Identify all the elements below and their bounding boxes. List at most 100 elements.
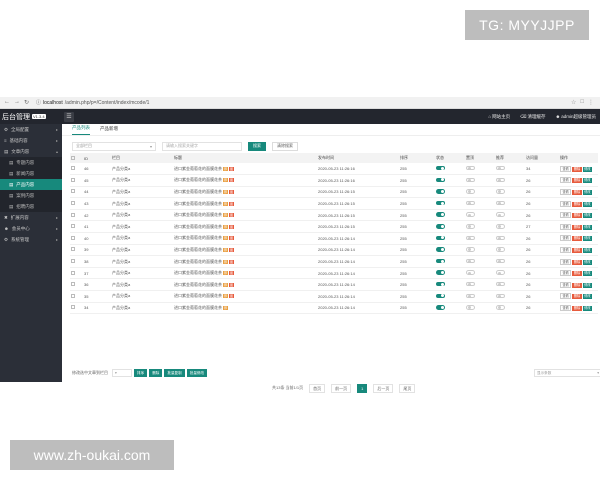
row-title[interactable]: 进口紫金葡萄花的面膜花茶	[174, 235, 222, 240]
batch-edit-button[interactable]: 批量修改	[186, 369, 208, 377]
first-page-button[interactable]: 首页	[309, 383, 326, 393]
row-title[interactable]: 进口紫金葡萄花的面膜花茶	[174, 293, 222, 298]
recommend-toggle[interactable]	[496, 224, 505, 229]
row-title[interactable]: 进口紫金葡萄花的面膜花茶	[174, 282, 222, 287]
status-toggle[interactable]	[436, 189, 445, 194]
status-toggle[interactable]	[436, 224, 445, 229]
status-toggle[interactable]	[436, 212, 445, 217]
batch-copy-button[interactable]: 批量复制	[164, 369, 185, 377]
top-toggle[interactable]	[466, 247, 475, 252]
view-button[interactable]: 查看	[560, 188, 572, 195]
delete-button[interactable]: 删除	[572, 178, 582, 184]
reload-icon[interactable]: ↻	[24, 99, 29, 106]
recommend-toggle[interactable]	[496, 270, 505, 275]
status-toggle[interactable]	[436, 235, 445, 241]
view-button[interactable]: 查看	[560, 223, 572, 230]
row-title[interactable]: 进口紫金葡萄花的面膜花茶	[174, 224, 222, 229]
forward-icon[interactable]: →	[14, 99, 20, 106]
row-title[interactable]: 进口紫金葡萄花的面膜花茶	[174, 177, 222, 182]
top-toggle[interactable]	[466, 281, 475, 287]
edit-button[interactable]: 修改	[582, 247, 593, 253]
top-toggle[interactable]	[466, 189, 475, 194]
top-toggle[interactable]	[466, 212, 475, 217]
row-checkbox[interactable]	[70, 197, 84, 210]
status-toggle[interactable]	[436, 247, 445, 252]
row-checkbox[interactable]	[70, 209, 84, 222]
top-toggle[interactable]	[466, 258, 475, 264]
status-toggle[interactable]	[436, 200, 445, 206]
recommend-toggle[interactable]	[496, 200, 505, 206]
delete-button[interactable]: 删除	[572, 247, 582, 253]
view-button[interactable]: 查看	[560, 258, 572, 265]
sidebar-item-system[interactable]: ⚙ 系统管理 ▸	[0, 234, 62, 245]
address-bar[interactable]: ⓘ localhost /admin.php/p=/Content/index/…	[36, 99, 571, 107]
row-title[interactable]: 进口紫金葡萄花的面膜花茶	[174, 212, 222, 217]
edit-button[interactable]: 修改	[582, 213, 593, 219]
view-button[interactable]: 查看	[560, 165, 572, 172]
row-checkbox[interactable]	[70, 267, 84, 280]
edit-button[interactable]: 修改	[582, 189, 593, 195]
view-button[interactable]: 查看	[560, 293, 572, 300]
row-title[interactable]: 进口紫金葡萄花的面膜花茶	[174, 305, 222, 310]
view-button[interactable]: 查看	[560, 177, 572, 184]
next-page-button[interactable]: 后一页	[373, 383, 394, 393]
top-toggle[interactable]	[466, 200, 475, 206]
top-toggle[interactable]	[466, 224, 475, 229]
row-title[interactable]: 进口紫金葡萄花的面膜花茶	[174, 247, 222, 252]
clear-search-button[interactable]: 清除搜索	[272, 141, 298, 151]
prev-page-button[interactable]: 前一页	[331, 383, 352, 393]
recommend-toggle[interactable]	[496, 212, 505, 217]
delete-button[interactable]: 删除	[572, 271, 582, 277]
recommend-toggle[interactable]	[496, 165, 505, 171]
sidebar-item-global[interactable]: ⚙ 全局配置 ▸	[0, 124, 62, 135]
batch-delete-button[interactable]: 删除	[149, 369, 163, 377]
sidebar-sub-case[interactable]: ▤ 案例内容	[0, 190, 62, 201]
target-category-select[interactable]: ▾	[112, 369, 132, 377]
recommend-toggle[interactable]	[496, 247, 505, 252]
row-checkbox[interactable]	[70, 220, 84, 234]
status-toggle[interactable]	[436, 281, 445, 287]
edit-button[interactable]: 修改	[582, 271, 593, 277]
batch-sort-button[interactable]: 排序	[134, 369, 148, 377]
clear-cache-link[interactable]: ⌫ 清理缓存	[520, 114, 545, 120]
delete-button[interactable]: 删除	[572, 213, 582, 219]
delete-button[interactable]: 删除	[572, 166, 582, 172]
delete-button[interactable]: 删除	[572, 305, 582, 311]
search-button[interactable]: 搜索	[248, 141, 266, 151]
row-title[interactable]: 进口紫金葡萄花的面膜花茶	[174, 189, 222, 194]
last-page-button[interactable]: 尾页	[399, 383, 416, 393]
category-select[interactable]: 全部栏目 ▾	[72, 141, 156, 151]
menu-toggle-icon[interactable]: ☰	[64, 111, 74, 122]
status-toggle[interactable]	[436, 270, 445, 275]
delete-button[interactable]: 删除	[572, 282, 582, 288]
row-title[interactable]: 进口紫金葡萄花的面膜花茶	[174, 166, 222, 171]
row-title[interactable]: 进口紫金葡萄花的面膜花茶	[174, 270, 222, 275]
view-button[interactable]: 查看	[560, 304, 572, 311]
edit-button[interactable]: 修改	[582, 236, 593, 242]
sidebar-sub-news[interactable]: ▤ 新闻内容	[0, 168, 62, 179]
keyword-input[interactable]: 请输入搜索关键字	[162, 141, 242, 151]
edit-button[interactable]: 修改	[582, 294, 593, 300]
top-toggle[interactable]	[466, 270, 475, 275]
view-button[interactable]: 查看	[560, 246, 572, 253]
delete-button[interactable]: 删除	[572, 294, 582, 300]
view-button[interactable]: 查看	[560, 281, 572, 288]
view-button[interactable]: 查看	[560, 200, 572, 207]
sidebar-sub-topic[interactable]: ▤ 专题内容	[0, 157, 62, 168]
top-toggle[interactable]	[466, 177, 475, 183]
delete-button[interactable]: 删除	[572, 224, 582, 230]
top-toggle[interactable]	[466, 165, 475, 171]
status-toggle[interactable]	[436, 293, 445, 299]
edit-button[interactable]: 修改	[582, 259, 593, 265]
top-toggle[interactable]	[466, 305, 475, 310]
delete-button[interactable]: 删除	[572, 201, 582, 207]
user-menu[interactable]: ☻ admin超级管理员	[555, 114, 596, 120]
top-toggle[interactable]	[466, 235, 475, 241]
row-checkbox[interactable]	[70, 302, 84, 315]
select-all-checkbox[interactable]	[70, 153, 84, 163]
edit-button[interactable]: 修改	[582, 282, 593, 288]
sidebar-sub-jobs[interactable]: ▤ 招聘内容	[0, 201, 62, 212]
recommend-toggle[interactable]	[496, 258, 505, 264]
view-button[interactable]: 查看	[560, 235, 572, 242]
recommend-toggle[interactable]	[496, 235, 505, 241]
